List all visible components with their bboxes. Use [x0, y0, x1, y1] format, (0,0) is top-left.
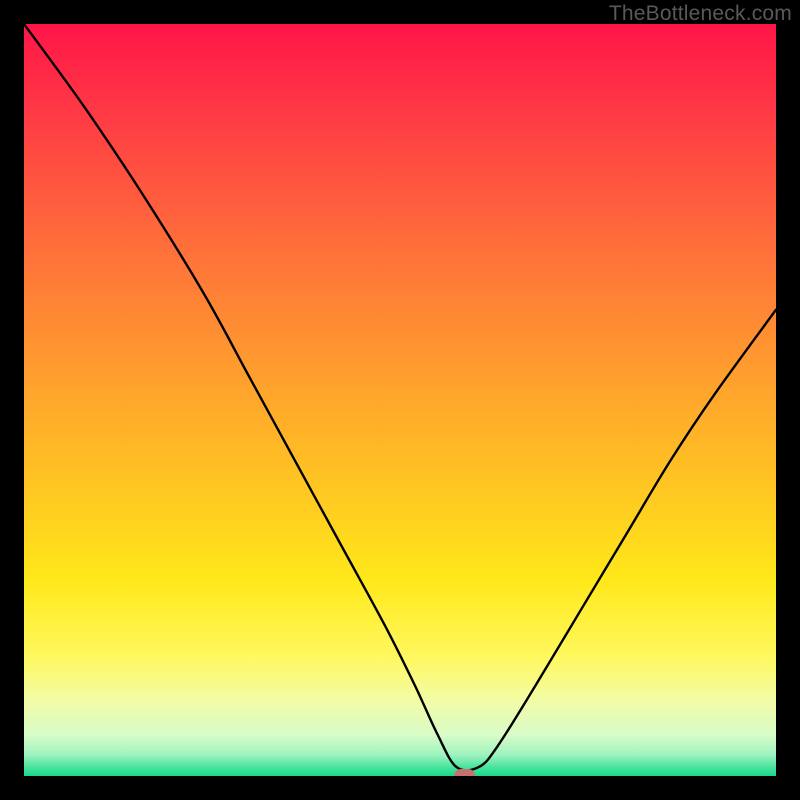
watermark-text: TheBottleneck.com [609, 2, 792, 26]
chart-frame: TheBottleneck.com [0, 0, 800, 800]
plot-svg [24, 24, 776, 776]
gradient-background [24, 24, 776, 776]
plot-area [24, 24, 776, 776]
